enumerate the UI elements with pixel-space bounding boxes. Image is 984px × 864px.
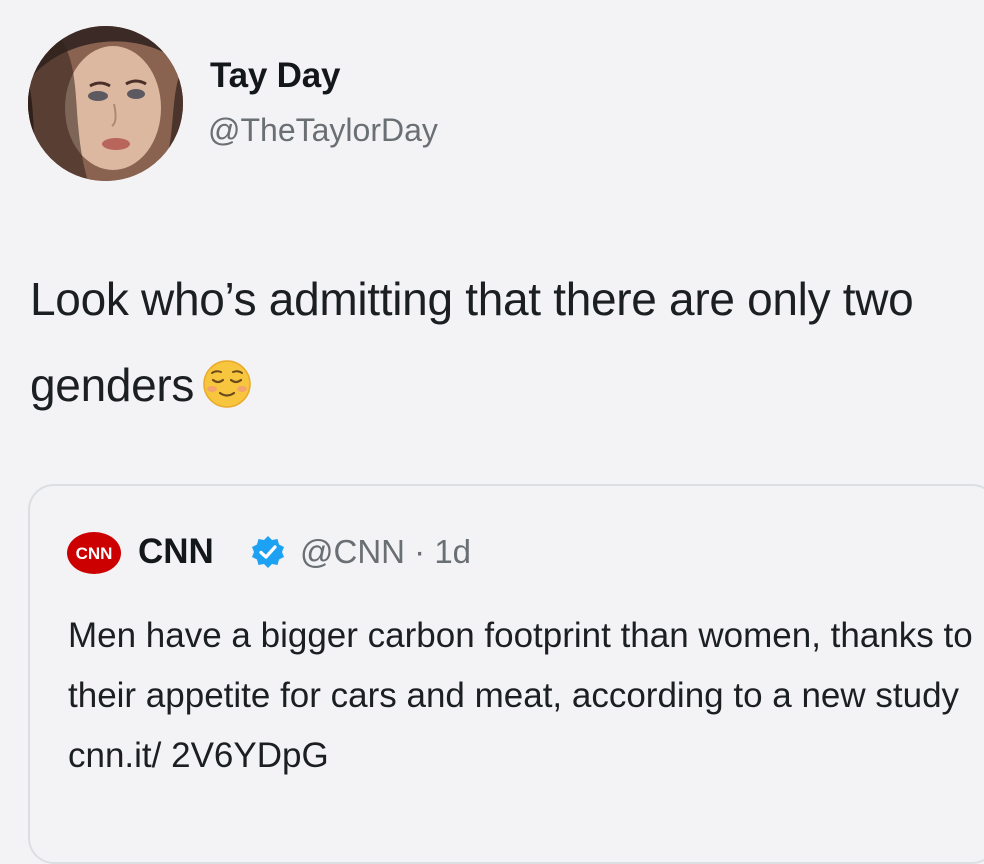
quoted-tweet-text: Men have a bigger carbon footprint than … xyxy=(68,616,973,775)
relieved-face-icon xyxy=(203,360,251,408)
cnn-logo-text: CNN xyxy=(76,544,113,563)
avatar[interactable] xyxy=(28,26,183,181)
tweet-text: Look who’s admitting that there are only… xyxy=(30,256,980,428)
quoted-handle-time[interactable]: @CNN · 1d xyxy=(300,533,471,571)
tweet-card[interactable]: Tay Day @TheTaylorDay Look who’s admitti… xyxy=(0,0,984,864)
cnn-logo-icon: CNN xyxy=(67,532,121,574)
author-name[interactable]: Tay Day xyxy=(210,56,340,96)
quoted-author-name[interactable]: CNN xyxy=(138,532,214,572)
tweet-text-content: Look who’s admitting that there are only… xyxy=(30,273,914,411)
author-handle[interactable]: @TheTaylorDay xyxy=(208,112,438,149)
verified-badge-icon xyxy=(252,536,284,568)
